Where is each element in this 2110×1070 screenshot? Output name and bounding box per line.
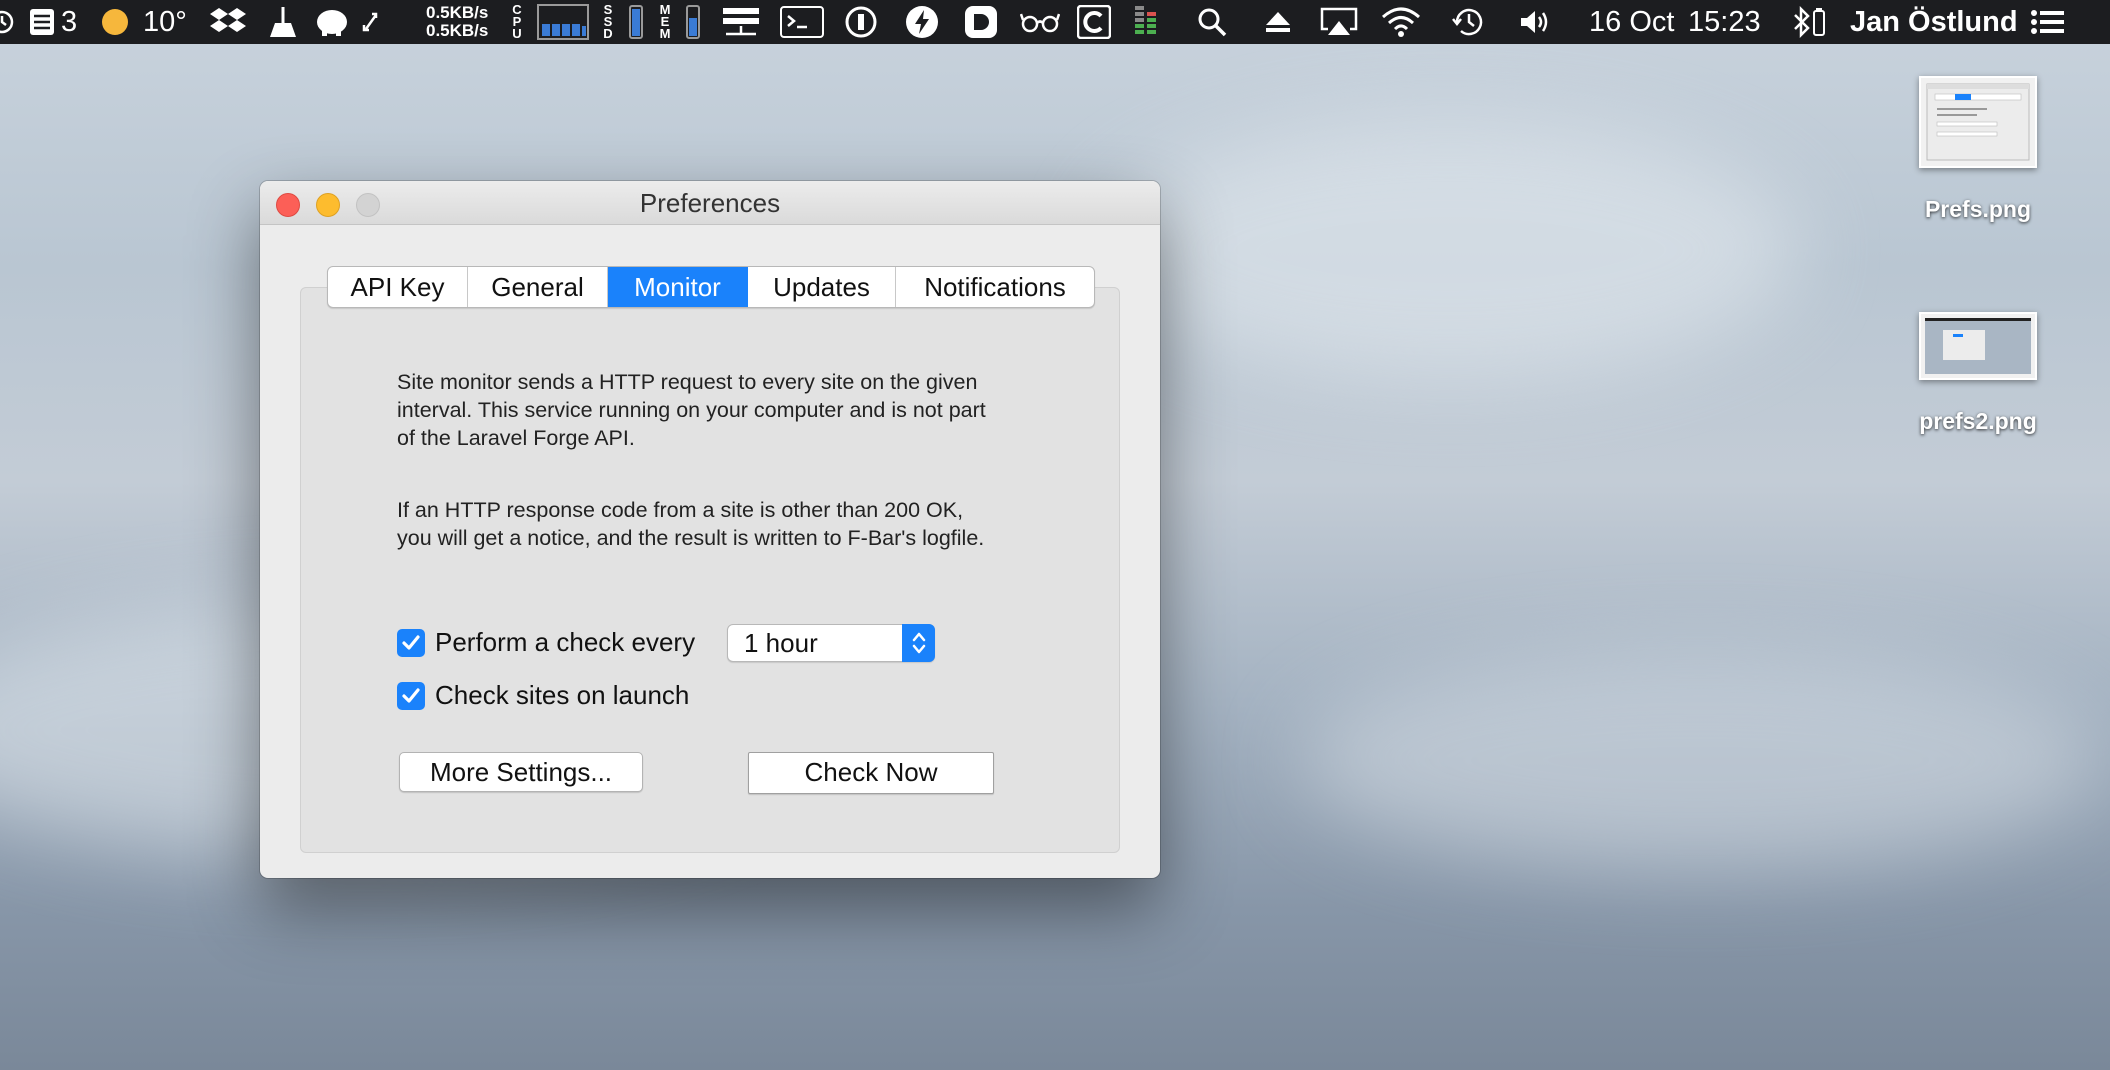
tab-general[interactable]: General (468, 267, 608, 307)
checkmark-icon (402, 634, 420, 650)
bolt-icon[interactable] (905, 0, 939, 44)
todo-stack-icon[interactable] (28, 0, 56, 44)
time-text[interactable]: 15:23 (1688, 0, 1761, 44)
interval-select[interactable]: 1 hour (727, 624, 935, 662)
weather-sun-icon[interactable] (100, 0, 130, 44)
chevron-updown-icon[interactable] (902, 624, 935, 662)
check-on-launch-row: Check sites on launch (397, 680, 689, 711)
broom-icon[interactable] (268, 0, 298, 44)
cloud-shape (1100, 120, 1800, 380)
net-up-text: 0.5KB/s (426, 3, 489, 22)
desktop-file-prefs[interactable]: Prefs.png (1908, 76, 2048, 223)
user-name[interactable]: Jan Östlund (1850, 0, 2018, 44)
perform-check-row: Perform a check every (397, 627, 695, 658)
desktop-file-label: prefs2.png (1919, 408, 2037, 434)
tab-api-key[interactable]: API Key (328, 267, 468, 307)
ssd-label: S S D (602, 0, 614, 44)
menu-bar: 3 10° 0.5KB/s 0.5KB/s C P U S S D M E M (0, 0, 2110, 44)
net-down-text: 0.5KB/s (426, 21, 489, 40)
evernote-icon[interactable] (314, 0, 350, 44)
c-app-icon[interactable] (1077, 0, 1111, 44)
tab-updates[interactable]: Updates (748, 267, 896, 307)
preferences-window: Preferences API Key General Monitor Upda… (260, 181, 1160, 878)
checkmark-icon (402, 687, 420, 703)
terminal-icon[interactable] (780, 0, 824, 44)
spotlight-search-icon[interactable] (1197, 0, 1227, 44)
cpu-label: C P U (511, 0, 523, 44)
glasses-icon[interactable] (1020, 0, 1060, 44)
d-app-icon[interactable] (964, 0, 998, 44)
desktop-file-prefs2[interactable]: prefs2.png (1908, 312, 2048, 435)
ssd-letter: D (603, 26, 613, 41)
window-title: Preferences (639, 188, 781, 218)
sync-arrows-icon[interactable] (362, 0, 380, 44)
interval-value: 1 hour (744, 628, 818, 658)
dropbox-icon[interactable] (210, 0, 246, 44)
cpu-letter: U (512, 26, 522, 41)
more-settings-button[interactable]: More Settings... (399, 752, 643, 792)
battery-icon[interactable] (1812, 0, 1826, 44)
onepassword-icon[interactable] (844, 0, 878, 44)
desktop-file-label: Prefs.png (1924, 196, 2032, 222)
ssd-meter-icon[interactable] (629, 0, 643, 44)
response-code-description: If an HTTP response code from a site is … (397, 498, 985, 550)
cloud-shape (1300, 650, 2100, 870)
mem-label: M E M (659, 0, 671, 44)
volume-icon[interactable] (1519, 0, 1551, 44)
notification-center-icon[interactable] (2030, 0, 2066, 44)
tab-monitor[interactable]: Monitor (608, 267, 748, 307)
wifi-icon[interactable] (1381, 0, 1421, 44)
mem-letter: M (659, 26, 671, 41)
perform-check-label[interactable]: Perform a check every (435, 627, 695, 658)
tab-bar: API Key General Monitor Updates Notifica… (327, 266, 1095, 308)
bluetooth-icon[interactable] (1792, 0, 1812, 44)
title-bar[interactable]: Preferences (260, 181, 1160, 225)
battery-levels-icon[interactable] (1133, 0, 1163, 44)
check-on-launch-checkbox[interactable] (397, 681, 425, 710)
airplay-icon[interactable] (1320, 0, 1358, 44)
clock-icon[interactable] (0, 0, 16, 44)
check-now-button[interactable]: Check Now (748, 752, 994, 794)
cpu-meter-icon[interactable] (537, 0, 589, 44)
prefs-thumbnail (1919, 76, 2037, 168)
time-machine-icon[interactable] (1452, 0, 1486, 44)
network-icon[interactable] (722, 0, 760, 44)
monitor-description: Site monitor sends a HTTP request to eve… (397, 370, 986, 450)
mem-meter-icon[interactable] (686, 0, 700, 44)
eject-icon[interactable] (1264, 0, 1292, 44)
temperature-text: 10° (143, 5, 187, 38)
todo-count: 3 (61, 5, 78, 38)
network-speed[interactable]: 0.5KB/s 0.5KB/s (426, 0, 488, 44)
check-on-launch-label[interactable]: Check sites on launch (435, 680, 689, 711)
prefs2-thumbnail (1919, 312, 2037, 380)
date-text[interactable]: 16 Oct (1589, 0, 1674, 44)
tab-notifications[interactable]: Notifications (896, 267, 1094, 307)
perform-check-checkbox[interactable] (397, 628, 425, 657)
